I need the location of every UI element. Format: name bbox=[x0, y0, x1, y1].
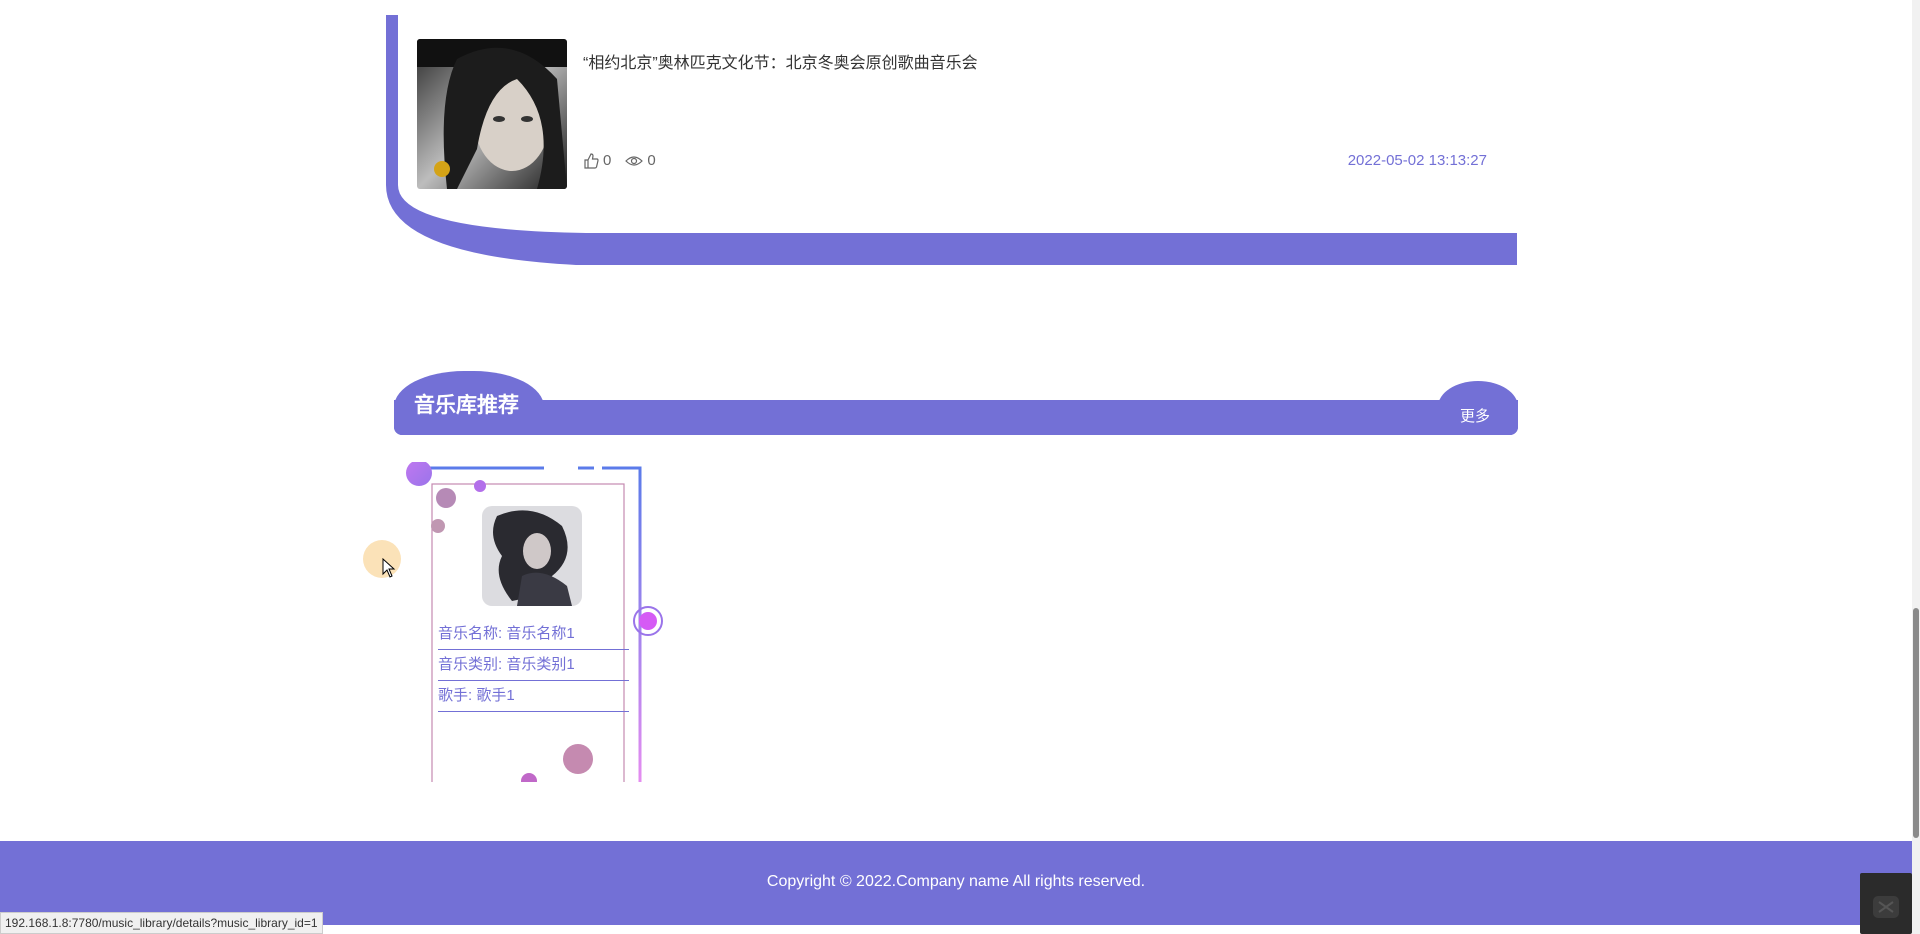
scroll-thumb[interactable] bbox=[1913, 608, 1919, 838]
music-singer: 歌手: 歌手1 bbox=[438, 681, 629, 712]
thumbs-up-icon bbox=[584, 152, 599, 169]
music-card[interactable]: 音乐名称: 音乐名称1 音乐类别: 音乐类别1 歌手: 歌手1 bbox=[404, 462, 666, 782]
like-stat[interactable]: 0 bbox=[583, 152, 611, 169]
news-title[interactable]: “相约北京”奥林匹克文化节：北京冬奥会原创歌曲音乐会 bbox=[583, 49, 978, 73]
like-count: 0 bbox=[603, 152, 612, 169]
news-cover-image[interactable] bbox=[417, 39, 567, 189]
more-tab[interactable]: 更多 bbox=[1438, 381, 1518, 435]
chat-icon bbox=[1873, 896, 1899, 918]
view-stat: 0 bbox=[625, 152, 656, 169]
news-stats: 0 0 bbox=[583, 152, 670, 169]
music-info: 音乐名称: 音乐名称1 音乐类别: 音乐类别1 歌手: 歌手1 bbox=[438, 619, 629, 712]
section-bar bbox=[394, 400, 1518, 435]
mouse-cursor-icon bbox=[382, 558, 396, 578]
scrollbar[interactable] bbox=[1912, 0, 1920, 934]
copyright-text: Copyright © 2022.Company name All rights… bbox=[766, 873, 1146, 890]
view-count: 0 bbox=[647, 152, 656, 169]
eye-icon bbox=[625, 155, 644, 166]
section-title: 音乐库推荐 bbox=[414, 394, 519, 417]
news-section: “相约北京”奥林匹克文化节：北京冬奥会原创歌曲音乐会 0 0 2022-05-0… bbox=[386, 15, 1517, 265]
music-library-section-header: 音乐库推荐 更多 bbox=[394, 371, 1518, 435]
music-type: 音乐类别: 音乐类别1 bbox=[438, 650, 629, 681]
music-name: 音乐名称: 音乐名称1 bbox=[438, 619, 629, 650]
floating-widget[interactable] bbox=[1860, 873, 1912, 934]
status-url: 192.168.1.8:7780/music_library/details?m… bbox=[0, 912, 323, 934]
news-item[interactable]: “相约北京”奥林匹克文化节：北京冬奥会原创歌曲音乐会 0 0 2022-05-0… bbox=[417, 39, 1487, 189]
section-title-tab: 音乐库推荐 bbox=[394, 371, 544, 435]
news-date: 2022-05-02 13:13:27 bbox=[1347, 152, 1487, 169]
more-button[interactable]: 更多 bbox=[1460, 405, 1490, 426]
music-cover-image[interactable] bbox=[482, 506, 582, 606]
